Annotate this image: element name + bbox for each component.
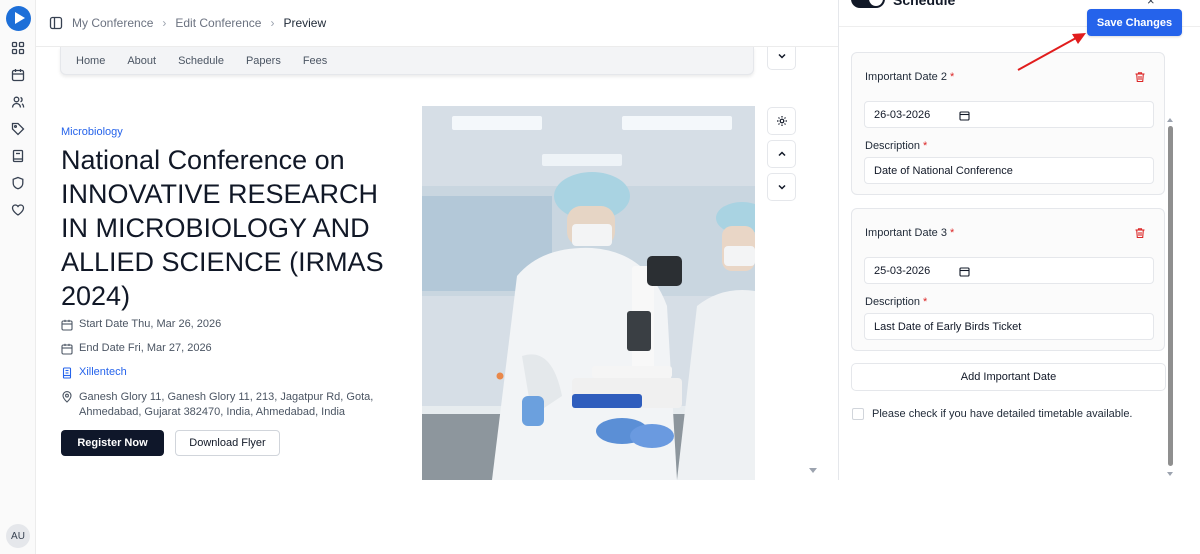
start-date-row: Start Date Thu, Mar 26, 2026 [61,318,221,331]
panel-scroll-up-arrow[interactable] [1167,118,1173,122]
address-text: Ganesh Glory 11, Ganesh Glory 11, 213, J… [79,391,374,418]
organizer-link[interactable]: Xillentech [79,366,127,378]
nav-fees[interactable]: Fees [303,55,327,67]
building-icon [62,367,72,379]
app-window: AU My Conference › Edit Conference › Pre… [0,0,1200,554]
breadcrumb: My Conference › Edit Conference › Previe… [72,16,326,30]
chevron-up-icon [777,151,786,157]
nav-home[interactable]: Home [76,55,105,67]
calendar-picker-icon[interactable] [959,266,970,277]
tag-icon[interactable] [11,122,25,136]
panel-scroll-down-arrow[interactable] [1167,472,1173,476]
description-input[interactable]: Last Date of Early Birds Ticket [864,313,1154,340]
important-date-card: Important Date 2 * 26-03-2026 Description… [851,52,1165,195]
heart-icon[interactable] [11,203,25,217]
trash-icon[interactable] [1134,71,1146,83]
nav-papers[interactable]: Papers [246,55,281,67]
important-date-label: Important Date 3 * [865,227,955,239]
important-date-card: Important Date 3 * 25-03-2026 Description… [851,208,1165,351]
preview-navbar: Home About Schedule Papers Fees [60,47,754,75]
date-value: 25-03-2026 [874,264,931,277]
section-move-down-button[interactable] [767,47,796,70]
chevron-right-icon: › [270,16,275,30]
annotation-arrow-icon [1017,33,1086,71]
schedule-toggle[interactable] [851,0,885,8]
book-icon[interactable] [11,149,25,163]
save-changes-button[interactable]: Save Changes [1087,9,1182,36]
start-date-text: Start Date Thu, Mar 26, 2026 [79,318,222,330]
important-date-input[interactable]: 26-03-2026 [864,101,1154,128]
conference-preview: Home About Schedule Papers Fees Microbio… [36,47,812,480]
section-settings-button[interactable] [767,107,796,135]
left-rail: AU [0,0,36,554]
location-pin-icon [62,391,72,403]
app-logo[interactable] [6,6,31,31]
breadcrumb-edit-conference[interactable]: Edit Conference [175,16,261,30]
description-input[interactable]: Date of National Conference [864,157,1154,184]
organizer-row: Xillentech [61,366,127,379]
breadcrumb-current: Preview [283,16,327,30]
address-row: Ganesh Glory 11, Ganesh Glory 11, 213, J… [61,390,379,420]
nav-schedule[interactable]: Schedule [178,55,224,67]
important-date-input[interactable]: 25-03-2026 [864,257,1154,284]
calendar-icon[interactable] [11,68,25,82]
schedule-section-title: Schedule [893,0,956,8]
end-date-row: End Date Fri, Mar 27, 2026 [61,342,212,355]
gear-icon [776,116,787,126]
chevron-down-icon [777,53,786,59]
description-label: Description * [865,140,928,152]
nav-about[interactable]: About [127,55,156,67]
conference-category: Microbiology [61,126,123,138]
add-important-date-button[interactable]: Add Important Date [851,363,1166,391]
description-label: Description * [865,296,928,308]
conference-photo [422,106,755,480]
breadcrumb-my-conference[interactable]: My Conference [72,16,153,30]
grid-icon[interactable] [11,41,25,55]
calendar-icon [61,319,73,331]
chevron-right-icon: › [162,16,167,30]
panel-scrollbar[interactable] [1168,126,1173,466]
chevron-down-icon [777,184,786,190]
conference-title: National Conference on INNOVATIVE RESEAR… [61,145,384,311]
calendar-picker-icon[interactable] [959,110,970,121]
toggle-sidebar-icon[interactable] [49,16,63,30]
register-now-button[interactable]: Register Now [61,430,164,456]
close-icon[interactable]: × [1147,0,1155,8]
user-avatar[interactable]: AU [6,524,30,548]
timetable-checkbox-label: Please check if you have detailed timeta… [872,408,1133,420]
date-value: 26-03-2026 [874,108,931,121]
end-date-text: End Date Fri, Mar 27, 2026 [79,342,212,354]
users-icon[interactable] [11,95,25,109]
preview-scroll-down-arrow[interactable] [809,468,817,473]
download-flyer-button[interactable]: Download Flyer [175,430,280,456]
section-move-down-button-2[interactable] [767,173,796,201]
timetable-checkbox[interactable] [852,408,864,420]
trash-icon[interactable] [1134,227,1146,239]
section-move-up-button[interactable] [767,140,796,168]
top-header: My Conference › Edit Conference › Previe… [36,0,839,47]
important-date-label: Important Date 2 * [865,71,955,83]
shield-icon[interactable] [11,176,25,190]
calendar-icon [61,343,73,355]
